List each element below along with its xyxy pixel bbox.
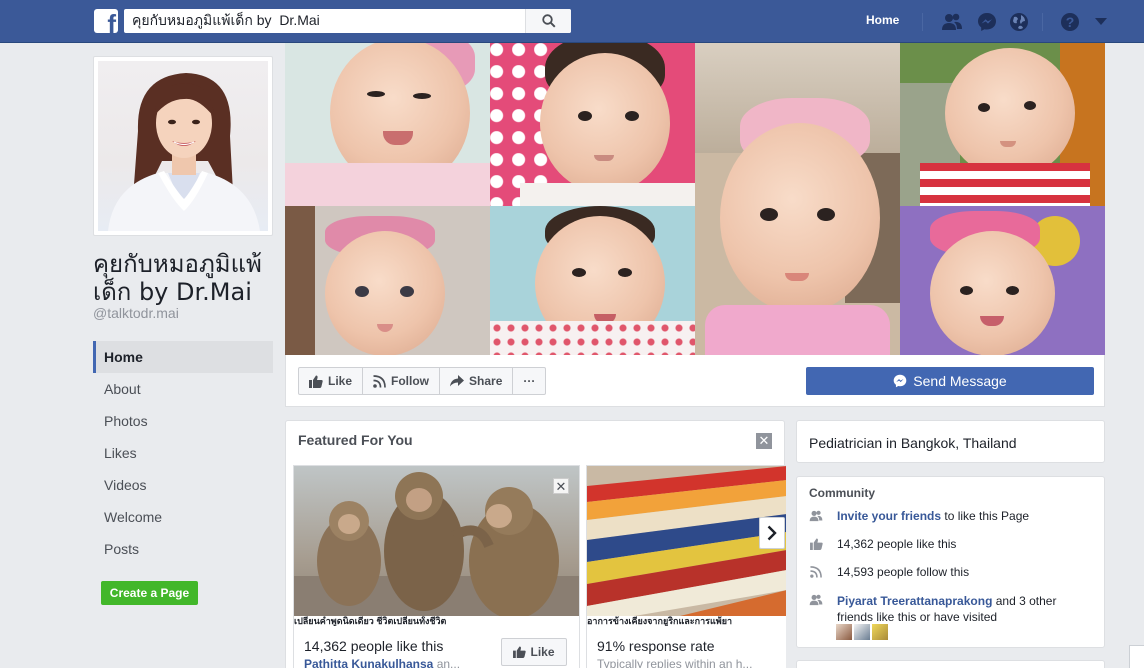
invite-friends-link[interactable]: Invite your friends xyxy=(837,509,941,523)
like-page-label: Like xyxy=(328,374,353,388)
messenger-icon[interactable] xyxy=(976,11,998,33)
share-page-button[interactable]: Share xyxy=(440,368,514,394)
community-follows-row: 14,593 people follow this xyxy=(809,565,969,579)
carousel-next-button[interactable] xyxy=(759,517,785,549)
friend-rest-text-2: friends like this or have visited xyxy=(837,610,998,624)
search-button[interactable] xyxy=(525,9,571,33)
page-handle[interactable]: @talktodr.mai xyxy=(93,305,179,321)
featured-card-caption: เปลี่ยนคำพูดนิดเดียว ชีวิตเปลี่ยนทั้งชีว… xyxy=(294,616,579,626)
left-nav-about[interactable]: About xyxy=(93,373,273,405)
messenger-icon xyxy=(893,374,907,388)
close-icon[interactable]: ✕ xyxy=(553,478,569,494)
more-options-icon: ··· xyxy=(523,374,536,388)
featured-card-response-rate: 91% response rate xyxy=(597,638,715,654)
follow-page-label: Follow xyxy=(391,374,430,388)
cover-tile xyxy=(900,206,1105,355)
community-friends-text: Piyarat Treerattanaprakong and 3 other fr… xyxy=(837,593,1056,625)
cover-photo[interactable] xyxy=(285,43,1105,355)
friend-name-link[interactable]: Piyarat Treerattanaprakong xyxy=(837,594,992,608)
featured-card-image xyxy=(587,466,786,624)
featured-for-you-panel: Featured For You ✕ ✕ เปลี่ยนคำพูดนิดเดีย… xyxy=(285,420,786,668)
left-nav-home[interactable]: Home xyxy=(93,341,273,373)
close-icon[interactable]: ✕ xyxy=(756,433,772,449)
featured-card-like-label: Like xyxy=(530,645,555,659)
featured-card-likes: 14,362 people like this xyxy=(304,638,444,654)
globe-icon[interactable] xyxy=(1008,11,1030,33)
cover-tile xyxy=(900,43,1105,206)
nav-divider xyxy=(1042,13,1043,31)
facebook-logo-icon[interactable]: f xyxy=(94,9,118,33)
send-message-label: Send Message xyxy=(913,373,1007,389)
friends-icon[interactable] xyxy=(941,11,963,33)
profile-picture[interactable] xyxy=(93,56,273,236)
featured-card[interactable]: อาการข้างเคียงจากยูริกและการแพ้ยา 91% re… xyxy=(586,465,786,668)
community-invite-row: Invite your friends to like this Page xyxy=(809,509,1029,523)
featured-card-like-button[interactable]: Like xyxy=(501,638,567,666)
like-page-button[interactable]: Like xyxy=(299,368,364,394)
community-invite-text: Invite your friends to like this Page xyxy=(837,509,1029,523)
page-category: Pediatrician in Bangkok, Thailand xyxy=(796,420,1105,463)
help-icon[interactable]: ? xyxy=(1059,11,1081,33)
left-nav-welcome[interactable]: Welcome xyxy=(93,501,273,533)
avatar[interactable] xyxy=(854,624,870,640)
send-message-button[interactable]: Send Message xyxy=(806,367,1094,395)
page-action-buttons: Like Follow Share ··· xyxy=(298,367,547,395)
search-input[interactable] xyxy=(124,9,524,33)
rss-icon xyxy=(809,565,823,579)
featured-card-reply-time: Typically replies within an h... xyxy=(597,657,753,668)
create-page-button[interactable]: Create a Page xyxy=(101,581,198,605)
cover-tile xyxy=(490,43,695,206)
page-title: คุยกับหมอภูมิแพ้เด็ก by Dr.Mai xyxy=(93,250,262,306)
more-options-button[interactable]: ··· xyxy=(513,368,545,394)
community-panel: Community Invite your friends to like th… xyxy=(796,476,1105,648)
chat-sidebar-edge[interactable] xyxy=(1129,645,1144,668)
left-nav-photos[interactable]: Photos xyxy=(93,405,273,437)
search-box xyxy=(124,9,571,33)
cover-tile xyxy=(695,43,900,355)
nav-divider xyxy=(922,13,923,31)
avatar[interactable] xyxy=(836,624,852,640)
featured-card-friends-rest: an... xyxy=(433,657,461,668)
people-icon xyxy=(809,593,823,607)
svg-text:?: ? xyxy=(1066,14,1075,30)
share-page-label: Share xyxy=(469,374,503,388)
left-nav-videos[interactable]: Videos xyxy=(93,469,273,501)
page-action-bar: Like Follow Share ··· Send Message xyxy=(285,355,1105,407)
left-nav-likes[interactable]: Likes xyxy=(93,437,273,469)
left-navigation: Home About Photos Likes Videos Welcome P… xyxy=(93,341,273,565)
featured-card-caption: อาการข้างเคียงจากยูริกและการแพ้ยา xyxy=(587,616,786,626)
chevron-right-icon xyxy=(767,525,777,541)
featured-card-friend-name[interactable]: Pathitta Kunakulhansa xyxy=(304,657,433,668)
cover-tile xyxy=(285,43,490,206)
community-friends-row: Piyarat Treerattanaprakong and 3 other fr… xyxy=(809,593,1056,625)
rss-icon xyxy=(373,374,386,388)
community-likes-row: 14,362 people like this xyxy=(809,537,956,551)
nav-home-link[interactable]: Home xyxy=(866,13,899,27)
community-likes-count[interactable]: 14,362 people like this xyxy=(837,537,956,551)
avatar[interactable] xyxy=(872,624,888,640)
next-panel-edge xyxy=(796,660,1105,668)
friend-rest-text-1: and 3 other xyxy=(992,594,1057,608)
friend-avatars xyxy=(836,624,888,640)
thumbs-up-icon xyxy=(809,537,823,551)
share-arrow-icon xyxy=(450,375,465,387)
cover-tile xyxy=(285,206,490,355)
left-nav-posts[interactable]: Posts xyxy=(93,533,273,565)
featured-card-friends: Pathitta Kunakulhansa an... xyxy=(304,657,460,668)
top-navigation-bar: f Home ? xyxy=(0,0,1144,43)
follow-page-button[interactable]: Follow xyxy=(363,368,441,394)
community-title: Community xyxy=(809,486,875,500)
profile-photo xyxy=(98,61,268,231)
search-icon xyxy=(541,14,556,28)
featured-card-image xyxy=(294,466,579,624)
people-icon xyxy=(809,509,823,523)
community-follows-count[interactable]: 14,593 people follow this xyxy=(837,565,969,579)
thumbs-up-icon xyxy=(309,375,323,388)
featured-title: Featured For You xyxy=(298,432,413,448)
invite-rest-text: to like this Page xyxy=(941,509,1030,523)
thumbs-up-icon xyxy=(513,646,527,658)
featured-card[interactable]: ✕ เปลี่ยนคำพูดนิดเดียว ชีวิตเปลี่ยนทั้งช… xyxy=(293,465,580,668)
cover-tile xyxy=(490,206,695,355)
caret-down-icon[interactable] xyxy=(1090,11,1112,33)
